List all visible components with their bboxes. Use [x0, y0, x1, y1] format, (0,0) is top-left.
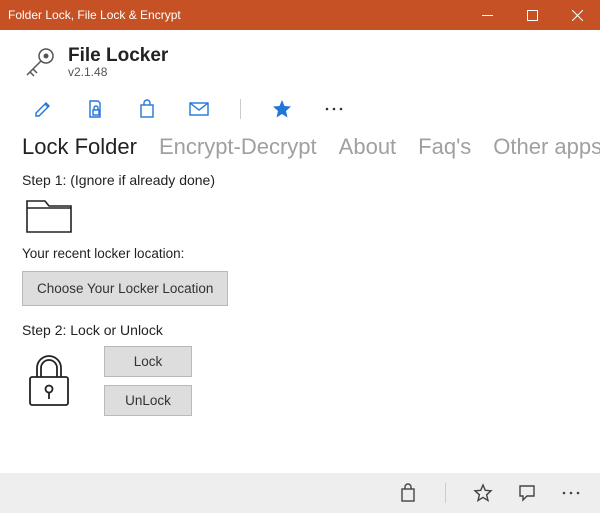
- recent-location-label: Your recent locker location:: [22, 246, 578, 261]
- app-content: File Locker v2.1.48: [0, 30, 600, 473]
- app-name: File Locker: [68, 45, 168, 67]
- bag-icon[interactable]: [136, 98, 158, 120]
- titlebar: Folder Lock, File Lock & Encrypt: [0, 0, 600, 30]
- tab-encrypt-decrypt[interactable]: Encrypt-Decrypt: [159, 134, 317, 160]
- folder-icon[interactable]: [24, 196, 578, 238]
- tab-faqs[interactable]: Faq's: [418, 134, 471, 160]
- bottom-more-icon[interactable]: [560, 482, 582, 504]
- lock-row: Lock UnLock: [22, 346, 578, 416]
- pencil-icon[interactable]: [32, 98, 54, 120]
- store-icon[interactable]: [397, 482, 419, 504]
- lock-button[interactable]: Lock: [104, 346, 192, 377]
- tab-lock-folder[interactable]: Lock Folder: [22, 134, 137, 160]
- bottom-divider: [445, 483, 446, 503]
- file-lock-icon[interactable]: [84, 98, 106, 120]
- tab-about[interactable]: About: [339, 134, 397, 160]
- favorite-icon[interactable]: [472, 482, 494, 504]
- star-icon[interactable]: [271, 98, 293, 120]
- step1-label: Step 1: (Ignore if already done): [22, 172, 578, 188]
- window-maximize-button[interactable]: [510, 0, 555, 30]
- unlock-button[interactable]: UnLock: [104, 385, 192, 416]
- mail-icon[interactable]: [188, 98, 210, 120]
- tab-bar: Lock Folder Encrypt-Decrypt About Faq's …: [22, 134, 578, 160]
- window-close-button[interactable]: [555, 0, 600, 30]
- toolbar-divider: [240, 99, 241, 119]
- tab-other-apps[interactable]: Other apps: [493, 134, 600, 160]
- step2-label: Step 2: Lock or Unlock: [22, 322, 578, 338]
- window-minimize-button[interactable]: [465, 0, 510, 30]
- choose-location-button[interactable]: Choose Your Locker Location: [22, 271, 228, 306]
- toolbar: [22, 92, 578, 134]
- padlock-icon: [22, 353, 76, 409]
- app-header: File Locker v2.1.48: [22, 44, 578, 80]
- comment-icon[interactable]: [516, 482, 538, 504]
- key-icon: [22, 44, 58, 80]
- app-version: v2.1.48: [68, 65, 168, 79]
- bottom-bar: [0, 473, 600, 513]
- more-icon[interactable]: [323, 98, 345, 120]
- window-title: Folder Lock, File Lock & Encrypt: [8, 8, 181, 22]
